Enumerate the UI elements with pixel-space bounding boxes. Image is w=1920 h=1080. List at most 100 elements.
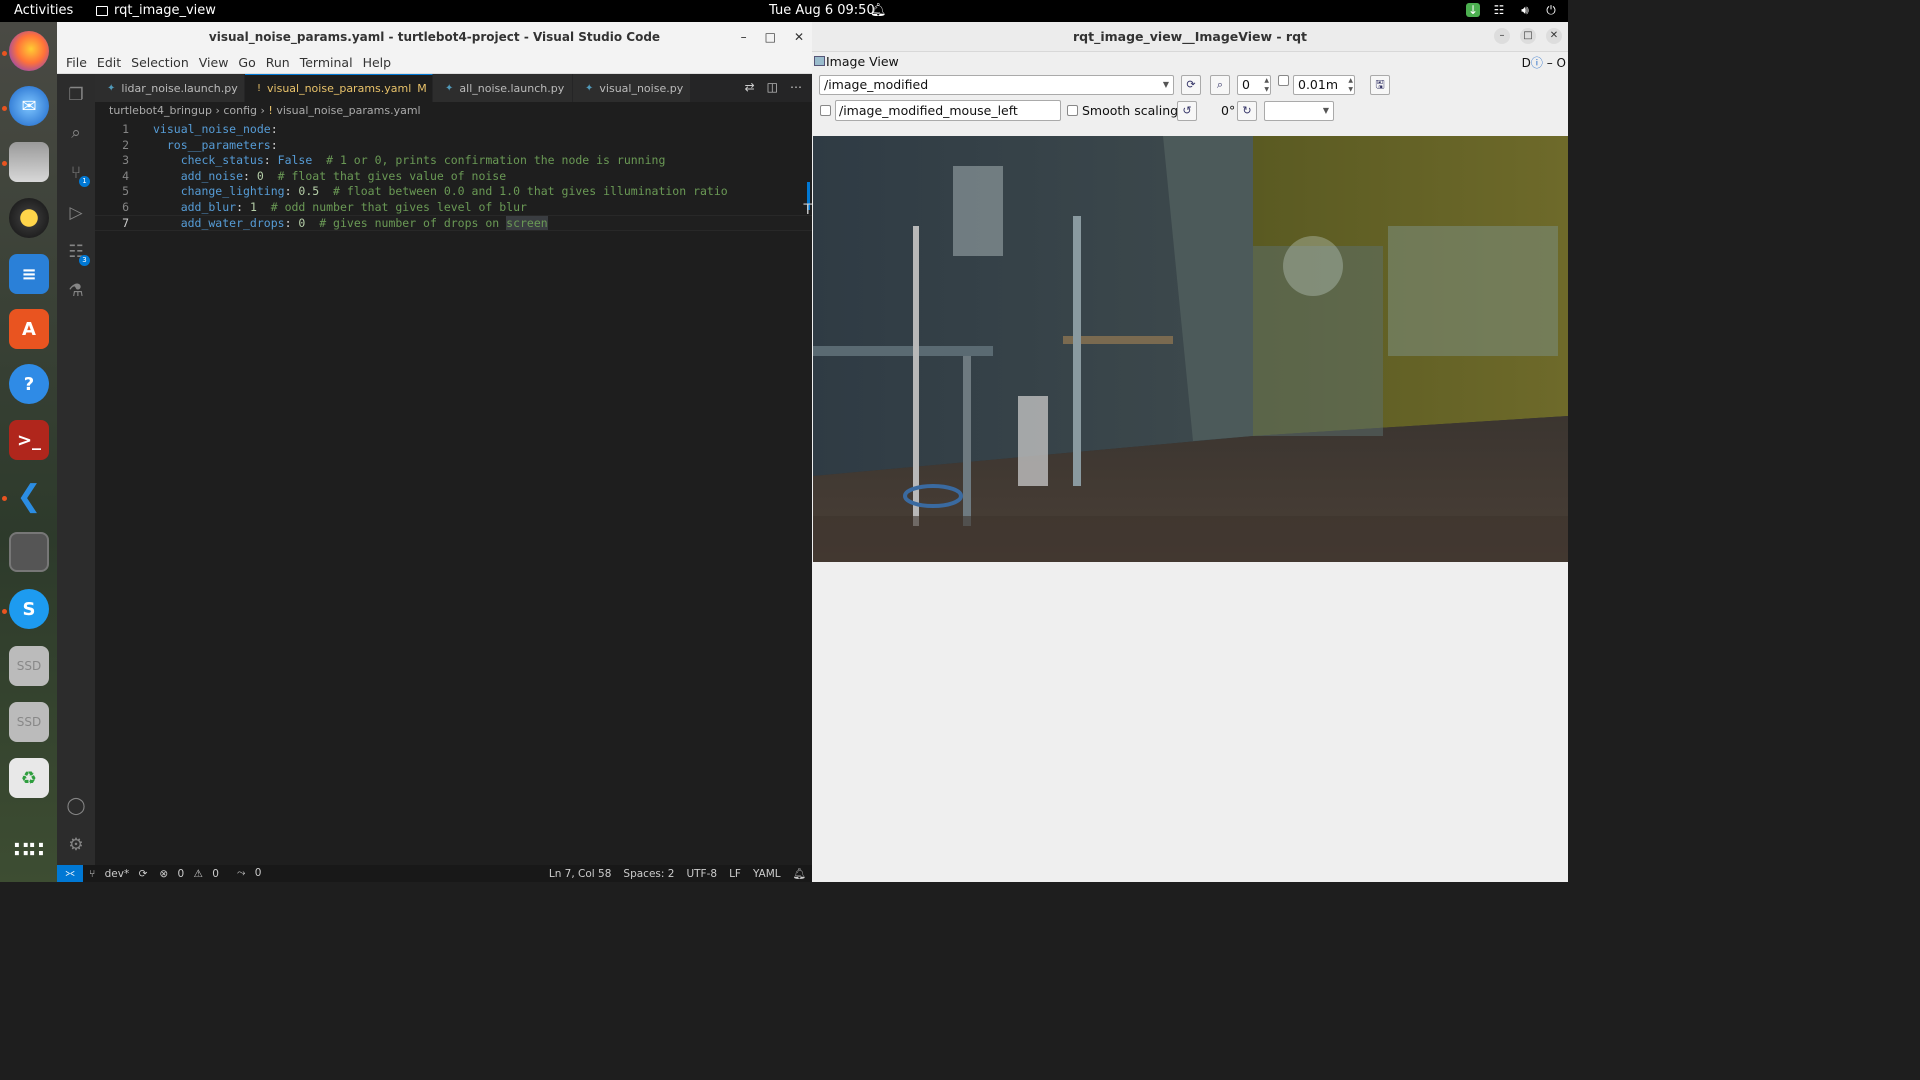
ssd-drive-icon[interactable]: SSD: [9, 646, 49, 686]
color-scheme-select[interactable]: ▼: [1264, 101, 1334, 121]
rotate-left-icon[interactable]: ↺: [1177, 101, 1197, 121]
encoding-status[interactable]: UTF-8: [680, 868, 723, 880]
breadcrumb-item[interactable]: visual_noise_params.yaml: [276, 104, 420, 117]
thunderbird-icon[interactable]: ✉: [9, 86, 49, 126]
terminal-icon[interactable]: >_: [9, 420, 49, 460]
tab-visual-noise[interactable]: ✦ visual_noise.py: [573, 74, 691, 102]
menu-help[interactable]: Help: [358, 55, 397, 70]
eol-status[interactable]: LF: [723, 868, 747, 880]
files-icon[interactable]: [9, 142, 49, 182]
code-line[interactable]: 6 add_blur: 1 # odd number that gives le…: [95, 200, 812, 216]
clock[interactable]: Tue Aug 6 09:50: [769, 3, 875, 18]
yaml-key: add_noise: [153, 168, 244, 183]
close-icon[interactable]: ✕: [794, 22, 804, 52]
code-editor[interactable]: 1 visual_noise_node: 2 ros__parameters: 3…: [95, 122, 812, 231]
system-tray[interactable]: ↓ ☷ 🔊︎ ⏻: [1466, 3, 1558, 17]
ports-status[interactable]: ⤳ 0: [231, 867, 273, 880]
run-debug-icon[interactable]: ▷: [65, 202, 87, 224]
writer-icon[interactable]: ≡: [9, 254, 49, 294]
notifications-bell-icon[interactable]: 🔔︎: [787, 867, 812, 880]
compare-changes-icon[interactable]: ⇄: [745, 80, 755, 94]
app-center-icon[interactable]: A: [9, 309, 49, 349]
publish-mouse-checkbox[interactable]: [820, 105, 831, 116]
menu-view[interactable]: View: [194, 55, 234, 70]
minimize-icon[interactable]: –: [741, 22, 747, 52]
rhythmbox-icon[interactable]: [9, 198, 49, 238]
show-apps-icon[interactable]: ∷∷: [9, 830, 49, 870]
chevron-down-icon: ▼: [1322, 106, 1329, 115]
image-viewer-icon[interactable]: [9, 532, 49, 572]
remote-indicator-icon[interactable]: ⪥: [57, 865, 83, 882]
time-spinbox[interactable]: 0.01m ▲ ▼: [1293, 75, 1355, 95]
activities-button[interactable]: Activities: [14, 3, 73, 18]
yaml-value: False: [277, 153, 313, 167]
cursor-position[interactable]: Ln 7, Col 58: [543, 868, 618, 880]
mouse-topic-value: /image_modified_mouse_left: [839, 103, 1018, 118]
zoom-spinbox[interactable]: 0 ▲ ▼: [1237, 75, 1271, 95]
tab-lidar-noise-launch[interactable]: ✦ lidar_noise.launch.py: [95, 74, 245, 102]
code-line[interactable]: 2 ros__parameters:: [95, 138, 812, 154]
trash-icon[interactable]: ♻: [9, 758, 49, 798]
language-status[interactable]: YAML: [747, 868, 787, 880]
more-actions-icon[interactable]: ⋯: [790, 80, 802, 94]
line-number: 7: [122, 216, 129, 230]
code-line[interactable]: 1 visual_noise_node:: [95, 122, 812, 138]
firefox-icon[interactable]: [9, 31, 49, 71]
menu-edit[interactable]: Edit: [92, 55, 126, 70]
topic-select[interactable]: /image_modified ▼: [819, 75, 1174, 95]
settings-gear-icon[interactable]: ⚙: [65, 834, 87, 856]
maximize-icon[interactable]: □: [1520, 28, 1536, 44]
breadcrumb-item[interactable]: config: [223, 104, 257, 117]
explorer-icon[interactable]: ❐: [65, 84, 87, 106]
account-icon[interactable]: ◯: [65, 795, 87, 817]
menu-file[interactable]: File: [61, 55, 92, 70]
tab-visual-noise-params[interactable]: ! visual_noise_params.yaml M ✕: [245, 74, 442, 102]
spin-arrows-icon[interactable]: ▲ ▼: [1348, 76, 1353, 94]
code-line[interactable]: 4 add_noise: 0 # float that gives value …: [95, 169, 812, 185]
testing-icon[interactable]: ⚗: [65, 280, 87, 302]
refresh-topics-icon[interactable]: ⟳: [1181, 75, 1201, 95]
problems-status[interactable]: ⊗ 0 ⚠ 0: [153, 868, 231, 880]
maximize-icon[interactable]: □: [765, 22, 776, 52]
python-icon: ✦: [107, 82, 116, 94]
smooth-scaling-checkbox[interactable]: [1067, 105, 1078, 116]
dock-widget-titlebar[interactable]: Image View Dⓘ – O: [812, 52, 1568, 72]
minimize-icon[interactable]: –: [1494, 28, 1510, 44]
save-image-icon[interactable]: 🖫︎: [1370, 75, 1390, 95]
ssd-drive-icon[interactable]: SSD: [9, 702, 49, 742]
menu-run[interactable]: Run: [261, 55, 295, 70]
volume-icon[interactable]: 🔊︎: [1518, 3, 1532, 17]
help-icon[interactable]: ⓘ: [1531, 56, 1543, 70]
split-editor-icon[interactable]: ◫: [767, 80, 778, 94]
mouse-topic-input[interactable]: /image_modified_mouse_left: [835, 100, 1061, 121]
vscode-icon[interactable]: ❮: [9, 476, 49, 516]
help-icon[interactable]: ?: [9, 364, 49, 404]
power-icon[interactable]: ⏻: [1544, 3, 1558, 17]
network-icon[interactable]: ☷: [1492, 3, 1506, 17]
software-updater-icon[interactable]: ↓: [1466, 3, 1480, 17]
zoom-fit-icon[interactable]: ⌕: [1210, 75, 1230, 95]
tab-all-noise-launch[interactable]: ✦ all_noise.launch.py: [433, 74, 573, 102]
code-line[interactable]: 3 check_status: False # 1 or 0, prints c…: [95, 153, 812, 169]
vscode-titlebar[interactable]: visual_noise_params.yaml - turtlebot4-pr…: [57, 22, 812, 52]
code-line-current[interactable]: 7 add_water_drops: 0 # gives number of d…: [95, 215, 812, 231]
code-line[interactable]: 5 change_lighting: 0.5 # float between 0…: [95, 184, 812, 200]
spin-arrows-icon[interactable]: ▲ ▼: [1264, 76, 1269, 94]
search-icon[interactable]: ⌕: [65, 122, 87, 144]
camera-image[interactable]: [813, 136, 1568, 562]
dock-widget-controls[interactable]: Dⓘ – O: [1522, 54, 1566, 71]
skype-icon[interactable]: S: [9, 589, 49, 629]
rqt-titlebar[interactable]: rqt_image_view__ImageView - rqt – □ ✕: [812, 22, 1568, 52]
breadcrumb-item[interactable]: turtlebot4_bringup: [109, 104, 212, 117]
app-menu[interactable]: rqt_image_view: [96, 3, 216, 18]
rotate-right-icon[interactable]: ↻: [1237, 101, 1257, 121]
timestamp-checkbox[interactable]: [1278, 75, 1289, 86]
menu-selection[interactable]: Selection: [126, 55, 194, 70]
menu-terminal[interactable]: Terminal: [295, 55, 358, 70]
menu-go[interactable]: Go: [233, 55, 260, 70]
close-icon[interactable]: ✕: [1546, 28, 1562, 44]
rqt-title: rqt_image_view__ImageView - rqt: [1073, 29, 1307, 44]
branch-status[interactable]: ⑂ dev* ⟳: [83, 868, 153, 880]
indentation-status[interactable]: Spaces: 2: [617, 868, 680, 880]
notification-bell-icon[interactable]: 🔔︎: [870, 3, 887, 18]
